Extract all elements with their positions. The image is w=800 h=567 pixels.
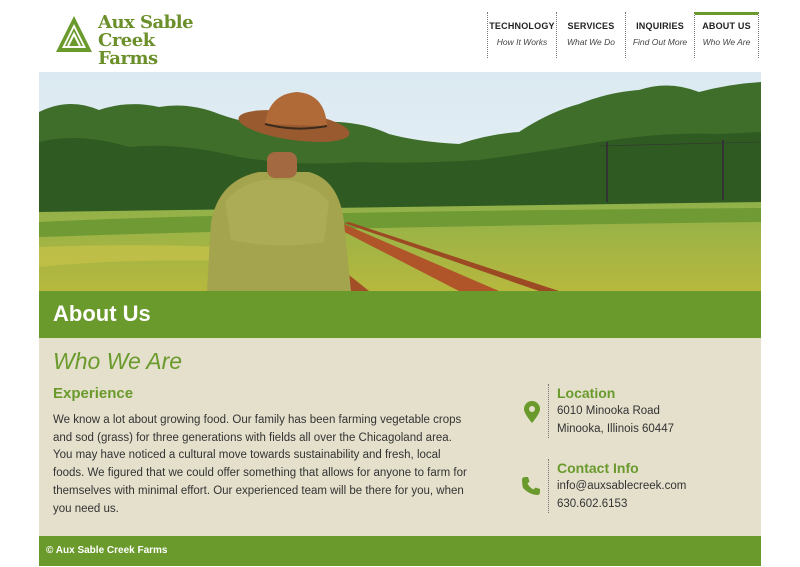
nav-title: SERVICES xyxy=(567,21,615,31)
logo[interactable]: Aux Sable Creek Farms xyxy=(54,12,214,68)
nav-title: TECHNOLOGY xyxy=(489,21,555,31)
hero-image xyxy=(39,72,761,291)
nav-item-inquiries[interactable]: INQUIRIES Find Out More xyxy=(625,12,694,58)
logo-wordmark: Aux Sable Creek Farms xyxy=(98,14,214,68)
contact-phone[interactable]: 630.602.6153 xyxy=(557,495,748,513)
nav-subtitle: What We Do xyxy=(566,37,616,47)
nav-title: INQUIRIES xyxy=(636,21,684,31)
page-banner: About Us xyxy=(39,291,761,338)
experience-heading: Experience xyxy=(53,385,134,402)
contact-email-link[interactable]: info@auxsablecreek.com xyxy=(557,477,748,495)
nav-subtitle: How It Works xyxy=(496,37,548,47)
logo-line-2: Creek Farms xyxy=(98,30,158,69)
logo-triangle-icon xyxy=(56,16,92,52)
nav-item-services[interactable]: SERVICES What We Do xyxy=(556,12,625,58)
main-nav: TECHNOLOGY How It Works SERVICES What We… xyxy=(487,12,759,58)
main-content: Who We Are Experience We know a lot abou… xyxy=(39,338,761,536)
contact-block: Contact Info info@auxsablecreek.com 630.… xyxy=(548,459,748,513)
map-pin-icon xyxy=(524,401,540,423)
section-title: Who We Are xyxy=(53,348,183,374)
location-street: 6010 Minooka Road xyxy=(557,405,660,417)
phone-icon xyxy=(522,477,540,495)
nav-subtitle: Find Out More xyxy=(632,37,688,47)
location-heading: Location xyxy=(557,385,616,401)
location-city: Minooka, Illinois 60447 xyxy=(557,423,674,435)
nav-item-about-us[interactable]: ABOUT US Who We Are xyxy=(694,12,759,58)
nav-title: ABOUT US xyxy=(702,21,751,31)
location-block: Location 6010 Minooka Road Minooka, Illi… xyxy=(548,384,748,438)
nav-item-technology[interactable]: TECHNOLOGY How It Works xyxy=(487,12,556,58)
nav-subtitle: Who We Are xyxy=(702,37,751,47)
experience-paragraph: We know a lot about growing food. Our fa… xyxy=(53,414,467,515)
page-title: About Us xyxy=(53,301,151,326)
contact-heading: Contact Info xyxy=(557,460,639,476)
footer: © Aux Sable Creek Farms xyxy=(39,536,761,566)
footer-copyright: © Aux Sable Creek Farms xyxy=(46,545,168,556)
